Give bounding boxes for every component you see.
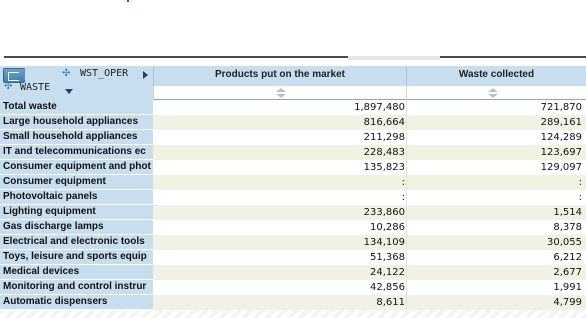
- table-row: Total waste 1,897,480 721,870: [0, 100, 586, 115]
- cell-products: 10,286: [153, 220, 406, 235]
- cell-products: 233,860: [153, 205, 406, 220]
- bottom-hatch: [0, 310, 586, 318]
- table-body: Total waste 1,897,480 721,870 Large hous…: [0, 100, 586, 310]
- table-row: Monitoring and control instrur 42,856 1,…: [0, 280, 586, 295]
- row-label[interactable]: IT and telecommunications ec: [0, 145, 153, 160]
- table-row: Toys, leisure and sports equip 51,368 6,…: [0, 250, 586, 265]
- dimension-header: ✣ WST_OPER ✣ WASTE: [0, 66, 153, 101]
- cell-waste: 1,514: [406, 205, 586, 220]
- sort-icon[interactable]: [276, 88, 286, 98]
- column-header-waste-collected[interactable]: Waste collected: [406, 66, 586, 86]
- move-dimension-icon[interactable]: ✣: [62, 69, 70, 79]
- table-row: Automatic dispensers 8,611 4,799: [0, 295, 586, 310]
- cell-products: 135,823: [153, 160, 406, 175]
- cell-waste: 289,161: [406, 115, 586, 130]
- table-row: Photovoltaic panels : :: [0, 190, 586, 205]
- toolbar-gap: [348, 56, 440, 60]
- cell-waste: 124,289: [406, 130, 586, 145]
- cell-waste: 30,055: [406, 235, 586, 250]
- table-row: Lighting equipment 233,860 1,514: [0, 205, 586, 220]
- row-label[interactable]: Toys, leisure and sports equip: [0, 250, 153, 265]
- table-row: Electrical and electronic tools 134,109 …: [0, 235, 586, 250]
- cell-products: :: [153, 175, 406, 190]
- sort-icon[interactable]: [488, 88, 498, 98]
- cell-waste: 4,799: [406, 295, 586, 310]
- row-dimension-label[interactable]: WASTE: [20, 82, 50, 94]
- cell-products: 1,897,480: [153, 100, 406, 115]
- marker-dot: [127, 0, 129, 2]
- sort-cell-waste: [406, 86, 586, 100]
- cell-waste: 123,697: [406, 145, 586, 160]
- row-label[interactable]: Lighting equipment: [0, 205, 153, 220]
- row-label[interactable]: Photovoltaic panels: [0, 190, 153, 205]
- cell-products: 51,368: [153, 250, 406, 265]
- row-label[interactable]: Small household appliances: [0, 130, 153, 145]
- cell-waste: :: [406, 175, 586, 190]
- cell-waste: 2,677: [406, 265, 586, 280]
- table-row: Consumer equipment : :: [0, 175, 586, 190]
- row-label[interactable]: Total waste: [0, 100, 153, 115]
- cell-products: 24,122: [153, 265, 406, 280]
- cell-products: 228,483: [153, 145, 406, 160]
- cell-waste: 129,097: [406, 160, 586, 175]
- row-label[interactable]: Medical devices: [0, 265, 153, 280]
- cell-products: 211,298: [153, 130, 406, 145]
- sort-cell-products: [153, 86, 406, 100]
- row-label[interactable]: Electrical and electronic tools: [0, 235, 153, 250]
- table-row: Large household appliances 816,664 289,1…: [0, 115, 586, 130]
- toolbar-area: [0, 0, 586, 60]
- cell-products: 816,664: [153, 115, 406, 130]
- table-row: Medical devices 24,122 2,677: [0, 265, 586, 280]
- cell-waste: 8,378: [406, 220, 586, 235]
- toolbar-divider: [4, 56, 348, 58]
- column-header-products[interactable]: Products put on the market: [153, 66, 406, 86]
- cell-waste: 6,212: [406, 250, 586, 265]
- dropdown-arrow-icon[interactable]: [65, 89, 73, 94]
- move-row-dimension-icon[interactable]: ✣: [4, 82, 12, 92]
- cell-products: :: [153, 190, 406, 205]
- header-divider: [24, 68, 25, 80]
- table-row: Consumer equipment and phot 135,823 129,…: [0, 160, 586, 175]
- cell-products: 42,856: [153, 280, 406, 295]
- column-dimension-label[interactable]: WST_OPER: [80, 68, 128, 80]
- row-label[interactable]: Consumer equipment and phot: [0, 160, 153, 175]
- cell-waste: :: [406, 190, 586, 205]
- row-label[interactable]: Monitoring and control instrur: [0, 280, 153, 295]
- cell-products: 134,109: [153, 235, 406, 250]
- row-label[interactable]: Consumer equipment: [0, 175, 153, 190]
- pivot-table: ✣ WST_OPER ✣ WASTE Products put on the m…: [0, 66, 586, 318]
- cell-products: 8,611: [153, 295, 406, 310]
- row-label[interactable]: Large household appliances: [0, 115, 153, 130]
- table-row: Gas discharge lamps 10,286 8,378: [0, 220, 586, 235]
- expand-right-icon[interactable]: [143, 71, 148, 79]
- row-label[interactable]: Automatic dispensers: [0, 295, 153, 310]
- table-row: Small household appliances 211,298 124,2…: [0, 130, 586, 145]
- cell-waste: 721,870: [406, 100, 586, 115]
- row-label[interactable]: Gas discharge lamps: [0, 220, 153, 235]
- cell-waste: 1,991: [406, 280, 586, 295]
- toolbar-divider-right: [440, 56, 586, 58]
- table-row: IT and telecommunications ec 228,483 123…: [0, 145, 586, 160]
